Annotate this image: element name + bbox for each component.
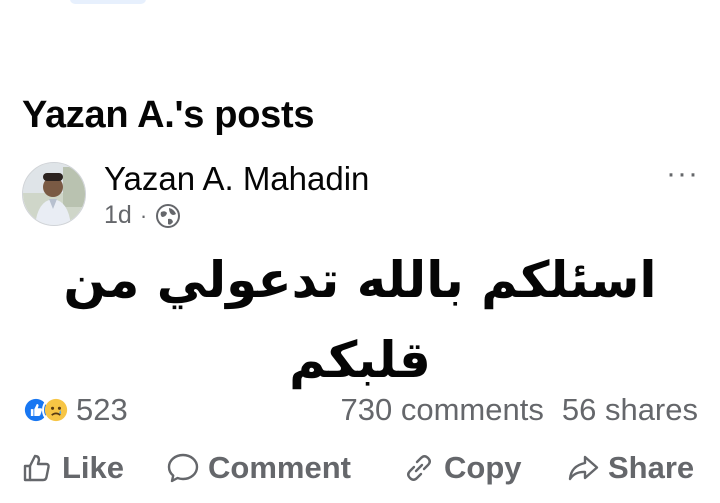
comment-icon <box>167 453 199 483</box>
sad-reaction-icon <box>42 396 70 424</box>
like-button[interactable]: Like <box>20 450 124 486</box>
like-label: Like <box>62 450 125 485</box>
author-name[interactable]: Yazan A. Mahadin <box>104 160 369 198</box>
post-text: اسئلكم بالله تدعولي من قلبكم <box>63 251 657 389</box>
reactions-count: 523 <box>76 392 128 427</box>
globe-icon[interactable] <box>155 203 181 229</box>
post-time[interactable]: 1d <box>104 201 132 230</box>
reactions-summary[interactable]: 523 <box>22 392 128 428</box>
thumbs-up-icon <box>23 454 50 482</box>
comments-count[interactable]: 730 comments <box>341 392 544 428</box>
meta-separator: · <box>139 202 148 228</box>
post-stats: 523 730 comments 56 shares <box>22 390 698 430</box>
copy-label: Copy <box>444 450 522 485</box>
link-icon <box>407 455 431 481</box>
share-arrow-icon <box>568 455 599 481</box>
shares-count[interactable]: 56 shares <box>562 392 698 428</box>
share-label: Share <box>608 450 695 485</box>
share-button[interactable]: Share <box>566 450 694 486</box>
facebook-post-screen: Yazan A.'s posts Yazan A. Mahadin 1d · ·… <box>0 0 720 503</box>
comment-button[interactable]: Comment <box>166 450 351 486</box>
section-title: Yazan A.'s posts <box>22 94 315 136</box>
post-meta: 1d · <box>104 201 181 230</box>
more-options-icon[interactable]: ··· <box>666 159 699 189</box>
comments-shares: 730 comments 56 shares <box>341 392 698 428</box>
avatar[interactable] <box>22 162 86 226</box>
comment-label: Comment <box>208 450 351 485</box>
copy-button[interactable]: Copy <box>402 450 522 486</box>
previous-element-edge <box>70 0 146 4</box>
post-actions-bar: Like Comment Copy Share <box>0 450 720 498</box>
